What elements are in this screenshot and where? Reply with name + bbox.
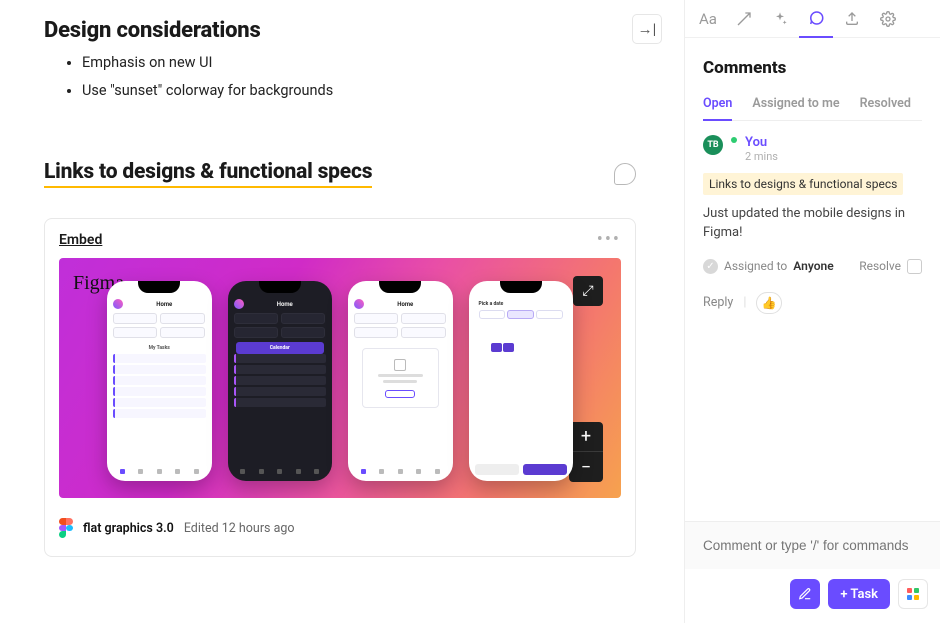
sparkle-button[interactable]	[763, 4, 797, 34]
embed-menu-button[interactable]: •••	[597, 229, 621, 250]
bullet-item: Use "sunset" colorway for backgrounds	[82, 77, 684, 105]
comments-tabs: Open Assigned to me Resolved	[703, 96, 922, 121]
bullet-list: Emphasis on new UI Use "sunset" colorway…	[44, 49, 684, 104]
comment-icon[interactable]	[614, 163, 636, 185]
heading-links-to-designs: Links to designs & functional specs	[44, 160, 372, 188]
share-button[interactable]	[835, 4, 869, 34]
tab-resolved[interactable]: Resolved	[860, 96, 911, 120]
comment-reference[interactable]: Links to designs & functional specs	[703, 173, 903, 195]
figma-canvas[interactable]: Figma ⤢ + − Home My Tasks	[59, 258, 621, 498]
phone-mockups: Home My Tasks Home Calendar	[59, 258, 621, 498]
presence-indicator-icon	[731, 137, 737, 143]
resolve-label: Resolve	[859, 259, 901, 273]
comment-thread[interactable]: TB You 2 mins Links to designs & functio…	[703, 121, 922, 314]
settings-button[interactable]	[871, 4, 905, 34]
figma-file-name[interactable]: flat graphics 3.0	[83, 521, 174, 536]
embed-title[interactable]: Embed	[59, 232, 102, 248]
figma-embed-card: Embed ••• Figma ⤢ + − Home My Tas	[44, 218, 636, 557]
tab-assigned-to-me[interactable]: Assigned to me	[752, 96, 839, 120]
comment-time: 2 mins	[745, 150, 922, 163]
bullet-item: Emphasis on new UI	[82, 49, 684, 77]
comments-button[interactable]	[799, 0, 833, 38]
figma-file-edited: Edited 12 hours ago	[184, 521, 295, 536]
comment-author[interactable]: You	[745, 135, 922, 150]
new-task-button[interactable]: + Task	[828, 579, 890, 609]
comment-message: Just updated the mobile designs in Figma…	[703, 205, 922, 243]
new-doc-button[interactable]	[790, 579, 820, 609]
text-style-button[interactable]: Aa	[691, 4, 725, 34]
react-thumbs-up-button[interactable]: 👍	[756, 292, 782, 314]
tab-open[interactable]: Open	[703, 96, 732, 121]
reply-button[interactable]: Reply	[703, 295, 733, 310]
assigned-check-icon: ✓	[703, 259, 718, 274]
sidebar-toolbar: Aa	[685, 0, 940, 38]
phone-light-calendar: Pick a date	[469, 281, 574, 481]
resolve-checkbox[interactable]	[907, 259, 922, 274]
phone-light-home: Home My Tasks	[107, 281, 212, 481]
assigned-label: Assigned to	[724, 259, 787, 273]
phone-dark-home: Home Calendar	[228, 281, 333, 481]
figma-file-icon	[59, 518, 73, 538]
apps-button[interactable]	[898, 579, 928, 609]
ai-button[interactable]	[727, 4, 761, 34]
comments-panel-title: Comments	[703, 58, 922, 78]
comment-input[interactable]	[685, 522, 940, 569]
phone-light-empty: Home	[348, 281, 453, 481]
assigned-to-value[interactable]: Anyone	[793, 259, 833, 273]
heading-design-considerations: Design considerations	[44, 18, 684, 43]
comment-avatar: TB	[703, 135, 723, 155]
collapse-sidebar-button[interactable]: →|	[632, 14, 662, 44]
